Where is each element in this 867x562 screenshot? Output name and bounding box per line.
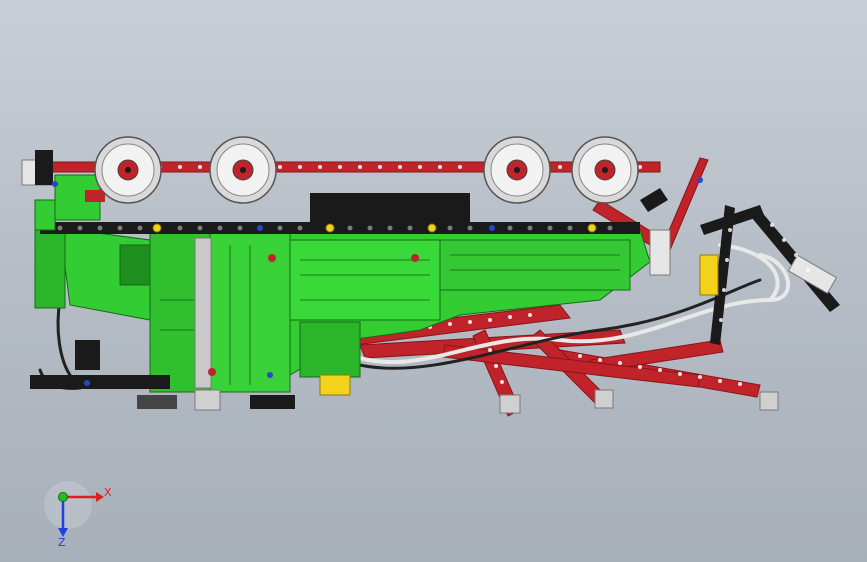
wheel-1 bbox=[94, 136, 162, 204]
triad-backdrop bbox=[44, 481, 92, 529]
x-axis-arrowhead bbox=[96, 492, 104, 502]
wheel-4 bbox=[571, 136, 639, 204]
technic-model-assembly[interactable] bbox=[21, 136, 840, 417]
coordinate-triad: X Z bbox=[44, 481, 112, 549]
right-boom-assembly bbox=[640, 157, 840, 345]
wheel-2 bbox=[209, 136, 277, 204]
y-axis-dot bbox=[58, 492, 68, 502]
cad-viewport[interactable]: X Z bbox=[0, 0, 867, 562]
x-axis-label: X bbox=[104, 486, 112, 499]
z-axis-label: Z bbox=[58, 536, 66, 549]
wheel-3 bbox=[483, 136, 551, 204]
